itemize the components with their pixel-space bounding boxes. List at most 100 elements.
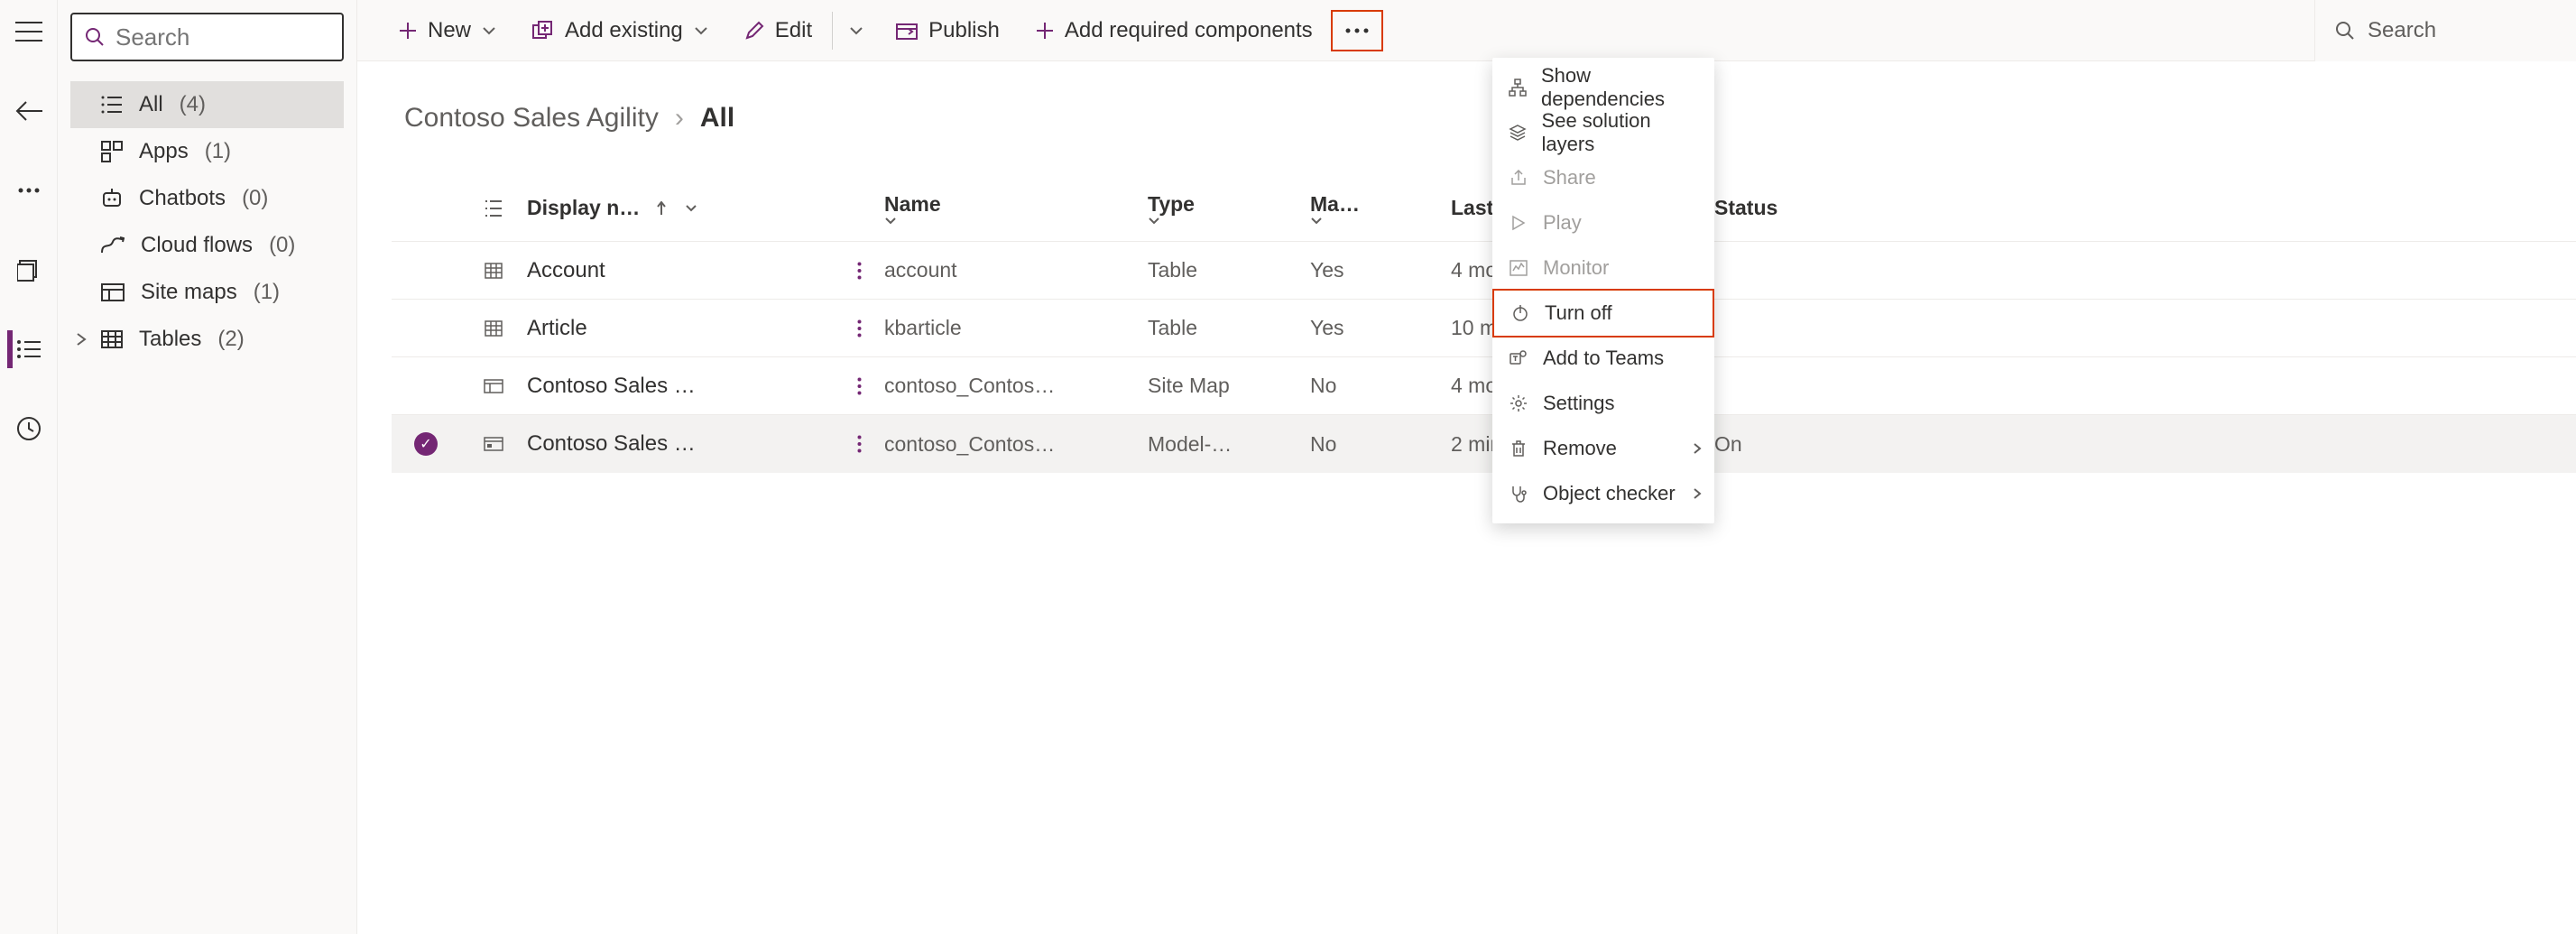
sort-asc-icon <box>656 201 667 216</box>
breadcrumb-current: All <box>700 103 734 134</box>
layers-icon <box>1509 124 1528 142</box>
managed-cell: Yes <box>1310 316 1451 340</box>
apps-icon <box>101 141 123 162</box>
sidebar-item-count: (1) <box>254 280 280 305</box>
list-icon <box>101 96 123 114</box>
ctx-remove[interactable]: Remove <box>1492 426 1714 471</box>
breadcrumb: Contoso Sales Agility › All <box>357 61 2576 134</box>
column-status[interactable]: Status <box>1714 196 1823 220</box>
view-options-icon[interactable] <box>460 199 527 218</box>
display-name: Contoso Sales … <box>527 374 696 399</box>
sidebar-item-count: (1) <box>205 139 231 164</box>
gear-icon <box>1509 394 1528 412</box>
ellipsis-icon[interactable] <box>10 171 48 209</box>
more-commands-button[interactable] <box>1331 10 1383 51</box>
main-content: New Add existing Edit Publish <box>357 0 2576 934</box>
edit-button[interactable]: Edit <box>726 0 830 61</box>
hamburger-icon[interactable] <box>10 13 48 51</box>
teams-icon <box>1509 349 1528 367</box>
type-cell: Table <box>1148 316 1310 340</box>
type-cell: Table <box>1148 258 1310 282</box>
sidebar-item-label: Tables <box>139 327 201 352</box>
name-cell: contoso_Contos… <box>884 374 1148 398</box>
table-row[interactable]: ✓ Contoso Sales … contoso_Contos… Model-… <box>392 415 2576 473</box>
ctx-object-checker[interactable]: Object checker <box>1492 471 1714 516</box>
row-more-button[interactable] <box>834 435 884 453</box>
sidebar-item-chatbots[interactable]: Chatbots (0) <box>70 175 344 222</box>
sidebar-item-all[interactable]: All (4) <box>70 81 344 128</box>
sidebar-item-apps[interactable]: Apps (1) <box>70 128 344 175</box>
sidebar-item-label: All <box>139 92 163 117</box>
stethoscope-icon <box>1509 485 1528 503</box>
chevron-down-icon <box>694 26 708 35</box>
table-row[interactable]: Article kbarticle Table Yes 10 months <box>392 300 2576 357</box>
context-menu: Show dependencies See solution layers Sh… <box>1492 58 1714 523</box>
sidebar: All (4) Apps (1) Chatbots (0) Cloud flow… <box>58 0 357 934</box>
column-name[interactable]: Name <box>884 192 1148 225</box>
objects-icon[interactable] <box>7 330 45 368</box>
chatbot-icon <box>101 188 123 209</box>
ctx-label: Monitor <box>1543 256 1609 280</box>
left-rail <box>0 0 58 934</box>
ctx-see-solution-layers[interactable]: See solution layers <box>1492 110 1714 155</box>
publish-button[interactable]: Publish <box>878 0 1018 61</box>
column-display-name[interactable]: Display n… <box>527 196 834 220</box>
ctx-share: Share <box>1492 155 1714 200</box>
tree-icon <box>1509 79 1527 97</box>
sidebar-item-cloud-flows[interactable]: Cloud flows (0) <box>70 222 344 269</box>
sidebar-search[interactable] <box>70 13 344 61</box>
row-more-button[interactable] <box>834 377 884 395</box>
ctx-label: Show dependencies <box>1541 64 1698 111</box>
chevron-right-icon[interactable] <box>76 332 87 347</box>
table-row[interactable]: Contoso Sales … contoso_Contos… Site Map… <box>392 357 2576 415</box>
ctx-settings[interactable]: Settings <box>1492 381 1714 426</box>
ctx-show-dependencies[interactable]: Show dependencies <box>1492 65 1714 110</box>
main-search-button[interactable]: Search <box>2314 0 2576 61</box>
sidebar-item-tables[interactable]: Tables (2) <box>70 316 344 363</box>
solutions-icon[interactable] <box>10 251 48 289</box>
share-icon <box>1509 170 1528 186</box>
display-name: Account <box>527 258 605 283</box>
chevron-down-icon <box>884 217 1148 225</box>
flow-icon <box>101 236 125 254</box>
table-icon <box>460 320 527 337</box>
name-cell: account <box>884 258 1148 282</box>
row-more-button[interactable] <box>834 262 884 280</box>
publish-icon <box>896 22 918 40</box>
table-row[interactable]: Account account Table Yes 4 months <box>392 242 2576 300</box>
search-icon <box>85 27 105 47</box>
managed-cell: Yes <box>1310 258 1451 282</box>
ctx-label: Object checker <box>1543 482 1676 505</box>
add-required-button[interactable]: Add required components <box>1018 0 1331 61</box>
new-button[interactable]: New <box>381 0 514 61</box>
breadcrumb-root[interactable]: Contoso Sales Agility <box>404 103 659 134</box>
trash-icon <box>1509 439 1528 458</box>
divider <box>832 12 833 50</box>
name-cell: contoso_Contos… <box>884 432 1148 457</box>
solution-table: Display n… Name Type Ma… <box>392 175 2576 473</box>
managed-cell: No <box>1310 432 1451 457</box>
plus-icon <box>1036 22 1054 40</box>
column-managed[interactable]: Ma… <box>1310 192 1451 225</box>
cmd-label: Add existing <box>565 18 683 43</box>
sidebar-item-count: (0) <box>242 186 268 211</box>
display-name: Article <box>527 316 587 341</box>
row-more-button[interactable] <box>834 319 884 338</box>
add-existing-button[interactable]: Add existing <box>514 0 726 61</box>
ctx-turn-off[interactable]: Turn off <box>1492 289 1714 338</box>
column-type[interactable]: Type <box>1148 192 1310 225</box>
edit-split-button[interactable] <box>835 0 878 61</box>
row-checkbox[interactable]: ✓ <box>392 432 460 456</box>
power-icon <box>1510 304 1530 322</box>
sitemap-icon <box>101 283 125 301</box>
table-icon <box>460 263 527 279</box>
ctx-add-to-teams[interactable]: Add to Teams <box>1492 336 1714 381</box>
sidebar-item-site-maps[interactable]: Site maps (1) <box>70 269 344 316</box>
sidebar-item-label: Chatbots <box>139 186 226 211</box>
history-icon[interactable] <box>10 410 48 448</box>
ctx-label: Add to Teams <box>1543 347 1664 370</box>
monitor-icon <box>1509 260 1528 276</box>
back-icon[interactable] <box>10 92 48 130</box>
chevron-right-icon <box>1693 442 1702 455</box>
ctx-label: See solution layers <box>1542 109 1698 156</box>
